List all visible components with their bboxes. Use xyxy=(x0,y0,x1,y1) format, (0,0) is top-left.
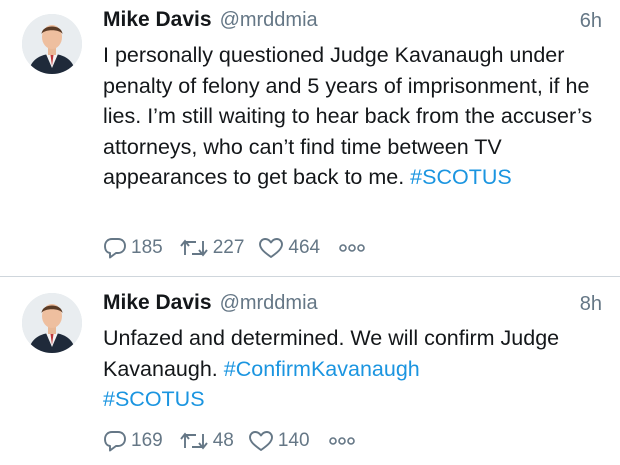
more-options-button[interactable] xyxy=(328,436,356,446)
retweet-button[interactable]: 227 xyxy=(179,237,245,259)
avatar[interactable] xyxy=(22,14,82,74)
tweet-timestamp[interactable]: 6h xyxy=(580,10,602,33)
avatar-portrait-icon xyxy=(22,293,82,353)
tweet-actions: 169 48 140 xyxy=(103,427,356,455)
more-options-icon xyxy=(328,437,355,445)
author-name[interactable]: Mike Davis xyxy=(103,291,212,315)
author-name[interactable]: Mike Davis xyxy=(103,8,212,32)
like-button[interactable]: 140 xyxy=(248,430,310,452)
tweet[interactable]: Mike Davis @mrddmia 6h I personally ques… xyxy=(0,0,620,276)
heart-icon xyxy=(259,238,284,258)
like-count: 140 xyxy=(277,430,310,451)
hashtag-link[interactable]: #ConfirmKavanaugh xyxy=(224,357,420,381)
reply-count: 169 xyxy=(131,430,163,451)
tweet-header: Mike Davis @mrddmia 6h xyxy=(103,8,602,38)
hashtag-link[interactable]: #SCOTUS xyxy=(103,387,205,411)
retweet-icon xyxy=(179,432,208,450)
retweet-count: 227 xyxy=(212,237,245,258)
tweet[interactable]: Mike Davis @mrddmia 8h Unfazed and deter… xyxy=(0,277,620,465)
tweet-text: I personally questioned Judge Kavanaugh … xyxy=(103,40,608,193)
reply-count: 185 xyxy=(131,237,163,258)
tweet-text: Unfazed and determined. We will confirm … xyxy=(103,323,608,415)
more-options-button[interactable] xyxy=(338,243,366,253)
tweet-timeline: Mike Davis @mrddmia 6h I personally ques… xyxy=(0,0,620,465)
like-button[interactable]: 464 xyxy=(258,237,320,259)
tweet-actions: 185 227 464 xyxy=(103,234,366,262)
avatar-portrait-icon xyxy=(22,14,82,74)
like-count: 464 xyxy=(288,237,321,258)
tweet-body: I personally questioned Judge Kavanaugh … xyxy=(103,43,593,190)
author-handle[interactable]: @mrddmia xyxy=(220,292,318,315)
avatar[interactable] xyxy=(22,293,82,353)
tweet-timestamp[interactable]: 8h xyxy=(580,293,602,316)
author-handle[interactable]: @mrddmia xyxy=(220,9,318,32)
retweet-icon xyxy=(179,239,208,257)
reply-icon xyxy=(104,238,126,259)
tweet-header: Mike Davis @mrddmia 8h xyxy=(103,291,602,321)
reply-button[interactable]: 169 xyxy=(103,430,163,452)
heart-icon xyxy=(248,431,273,451)
retweet-button[interactable]: 48 xyxy=(179,430,234,452)
retweet-count: 48 xyxy=(212,430,234,451)
reply-button[interactable]: 185 xyxy=(103,237,163,259)
reply-icon xyxy=(104,431,126,452)
hashtag-link[interactable]: #SCOTUS xyxy=(410,165,512,189)
more-options-icon xyxy=(339,244,365,252)
